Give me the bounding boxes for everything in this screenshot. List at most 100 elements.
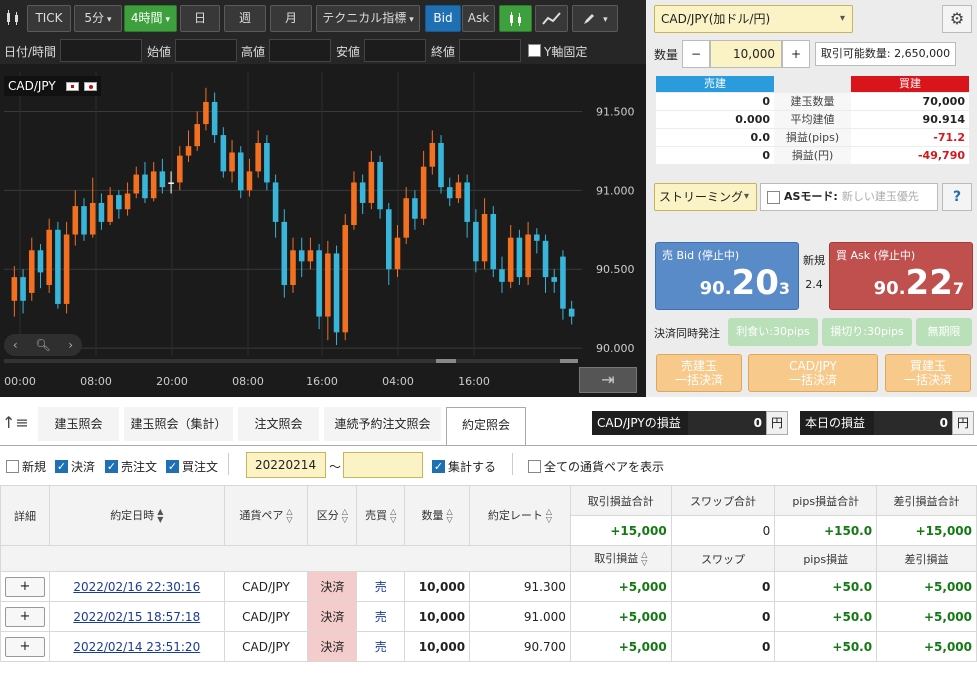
interval-4h-button[interactable]: 4時間 [124, 5, 177, 32]
datetime-field[interactable] [60, 39, 142, 62]
col-rate[interactable]: 約定レート △ ▽ [469, 485, 571, 546]
as-mode-checkbox[interactable] [767, 190, 780, 204]
col-kind[interactable]: 区分 △ ▽ [307, 485, 358, 546]
candlestick-chart[interactable]: 91.500 91.000 90.500 90.000 00:00 08:00 20:00 0… [0, 64, 646, 397]
sort-icon[interactable]: △ ▽ [390, 508, 396, 524]
quantity-plus-button[interactable]: + [782, 40, 810, 68]
chart-plot[interactable]: 91.500 91.000 90.500 90.000 00:00 08:00 20:00 0… [0, 64, 646, 397]
pair-cell: CAD/JPY [223, 571, 309, 602]
interval-day-button[interactable]: 日 [180, 5, 220, 32]
tick-button[interactable]: TICK [27, 5, 71, 32]
filter-buy-order-checkbox[interactable]: ✓ [166, 460, 179, 473]
technical-indicator-button[interactable]: テクニカル指標 [316, 5, 420, 32]
col-trade[interactable]: 取引損益 △ ▽ [569, 545, 672, 572]
currency-pair-select[interactable]: CAD/JPY(加ドル/円) [654, 5, 853, 33]
sort-icon[interactable]: △ ▽ [342, 508, 348, 524]
position-row-label: 損益(pips) [774, 129, 851, 146]
line-chart-icon[interactable] [535, 5, 568, 32]
sort-icon[interactable]: △ ▽ [641, 551, 647, 567]
expand-row-button[interactable]: + [5, 606, 45, 627]
bid-button[interactable]: Bid [425, 5, 461, 32]
quantity-minus-button[interactable]: − [682, 40, 710, 68]
sort-toggle-icon[interactable]: ↑≡ [2, 413, 29, 432]
low-field[interactable] [364, 39, 426, 62]
bid-price-button[interactable]: 売 Bid (停止中) 90.203 [655, 242, 799, 310]
buy-position-header: 買建 [851, 76, 969, 92]
sort-icon[interactable]: △ ▽ [546, 508, 552, 524]
drawing-tool-icon[interactable] [572, 5, 618, 32]
tab-4[interactable]: 約定照会 [446, 407, 526, 446]
stop-loss-button[interactable]: 損切り:30pips [822, 318, 912, 346]
filter-sell-order-checkbox[interactable]: ✓ [105, 460, 118, 473]
filter-show-all[interactable]: 全ての通貨ペアを表示 [528, 458, 664, 475]
candle-body [499, 269, 505, 282]
take-profit-button[interactable]: 利食い:30pips [728, 318, 818, 346]
settings-gear-icon[interactable]: ⚙ [942, 5, 972, 33]
bulk-settle-pair-label: CAD/JPY [789, 359, 837, 373]
filter-sell-order[interactable]: ✓ 売注文 [105, 458, 157, 475]
y-axis-fix-checkbox[interactable] [528, 44, 541, 57]
filter-aggregate[interactable]: ✓ 集計する [432, 458, 496, 475]
filter-new-checkbox[interactable] [6, 460, 19, 473]
col-pair[interactable]: 通貨ペア △ ▽ [223, 485, 309, 546]
chevron-left-icon[interactable]: ‹ [13, 338, 18, 352]
sort-icon[interactable]: △ ▽ [447, 508, 453, 524]
pips-cell: +50.0 [774, 571, 878, 602]
candle-body [568, 308, 575, 317]
chart-scroll-thumb[interactable] [436, 359, 456, 363]
ask-price-small: 7 [952, 279, 964, 298]
tab-3[interactable]: 連続予約注文照会 [324, 407, 442, 441]
ask-button[interactable]: Ask [462, 5, 495, 32]
col-side[interactable]: 売買 △ ▽ [356, 485, 406, 546]
open-field[interactable] [175, 39, 237, 62]
filter-settle-checkbox[interactable]: ✓ [55, 460, 68, 473]
candle-body [368, 161, 375, 203]
execution-date-link[interactable]: 2022/02/16 22:30:16 [73, 580, 200, 594]
bulk-settle-pair-button[interactable]: CAD/JPY 一括決済 [748, 354, 878, 392]
filter-buy-order[interactable]: ✓ 買注文 [166, 458, 218, 475]
filter-new[interactable]: 新規 [6, 458, 46, 475]
bulk-settle-sell-button[interactable]: 売建玉 一括決済 [656, 354, 742, 392]
interval-month-button[interactable]: 月 [270, 5, 312, 32]
tab-2[interactable]: 注文照会 [238, 407, 320, 441]
filter-show-all-checkbox[interactable] [528, 460, 541, 473]
scroll-to-latest-icon[interactable]: ⇥ [579, 367, 637, 393]
date-to-input[interactable] [343, 452, 423, 478]
bulk-settle-buy-button[interactable]: 買建玉 一括決済 [885, 354, 971, 392]
high-field[interactable] [269, 39, 331, 62]
candle-body [11, 277, 18, 301]
bid-price-value: 90.203 [700, 263, 790, 303]
col-date[interactable]: 約定日時 ▲ ▼ [49, 485, 225, 546]
tab-0[interactable]: 建玉照会 [38, 407, 120, 441]
tab-1[interactable]: 建玉照会（集計） [124, 407, 234, 441]
interval-5min-button[interactable]: 5分 [74, 5, 122, 32]
as-mode-field[interactable]: ASモード: 新しい建玉優先 [760, 183, 938, 211]
col-qty[interactable]: 数量 △ ▽ [404, 485, 471, 546]
execution-date-link[interactable]: 2022/02/15 18:57:18 [73, 610, 200, 624]
close-field[interactable] [459, 39, 521, 62]
chevron-right-icon[interactable]: › [68, 338, 73, 352]
quantity-input[interactable]: 10,000 [710, 40, 782, 68]
date-from-input[interactable]: 20220214 [246, 452, 326, 478]
chart-scrollbar[interactable] [4, 359, 578, 363]
candle-body [281, 221, 288, 285]
filter-separator [228, 453, 229, 475]
streaming-select[interactable]: ストリーミング [654, 183, 757, 211]
execution-date-link[interactable]: 2022/02/14 23:51:20 [73, 640, 200, 654]
candle-type-icon[interactable] [2, 5, 24, 32]
zoom-search-icon[interactable]: 🔍︎ [35, 338, 50, 352]
filter-settle[interactable]: ✓ 決済 [55, 458, 95, 475]
expiry-button[interactable]: 無期限 [916, 318, 972, 346]
interval-week-button[interactable]: 週 [224, 5, 266, 32]
candlestick-chart-icon[interactable] [499, 5, 532, 32]
sort-icon[interactable]: ▲ ▼ [157, 508, 163, 524]
ask-price-button[interactable]: 買 Ask (停止中) 90.227 [829, 242, 973, 310]
filter-aggregate-checkbox[interactable]: ✓ [432, 460, 445, 473]
expand-row-button[interactable]: + [5, 576, 45, 597]
help-icon[interactable]: ? [942, 183, 972, 211]
sort-icon[interactable]: △ ▽ [286, 508, 292, 524]
trade-pnl-cell: +5,000 [569, 631, 672, 662]
expand-row-button[interactable]: + [5, 636, 45, 657]
chart-scroll-end[interactable] [560, 359, 578, 363]
candle-body [89, 202, 96, 235]
